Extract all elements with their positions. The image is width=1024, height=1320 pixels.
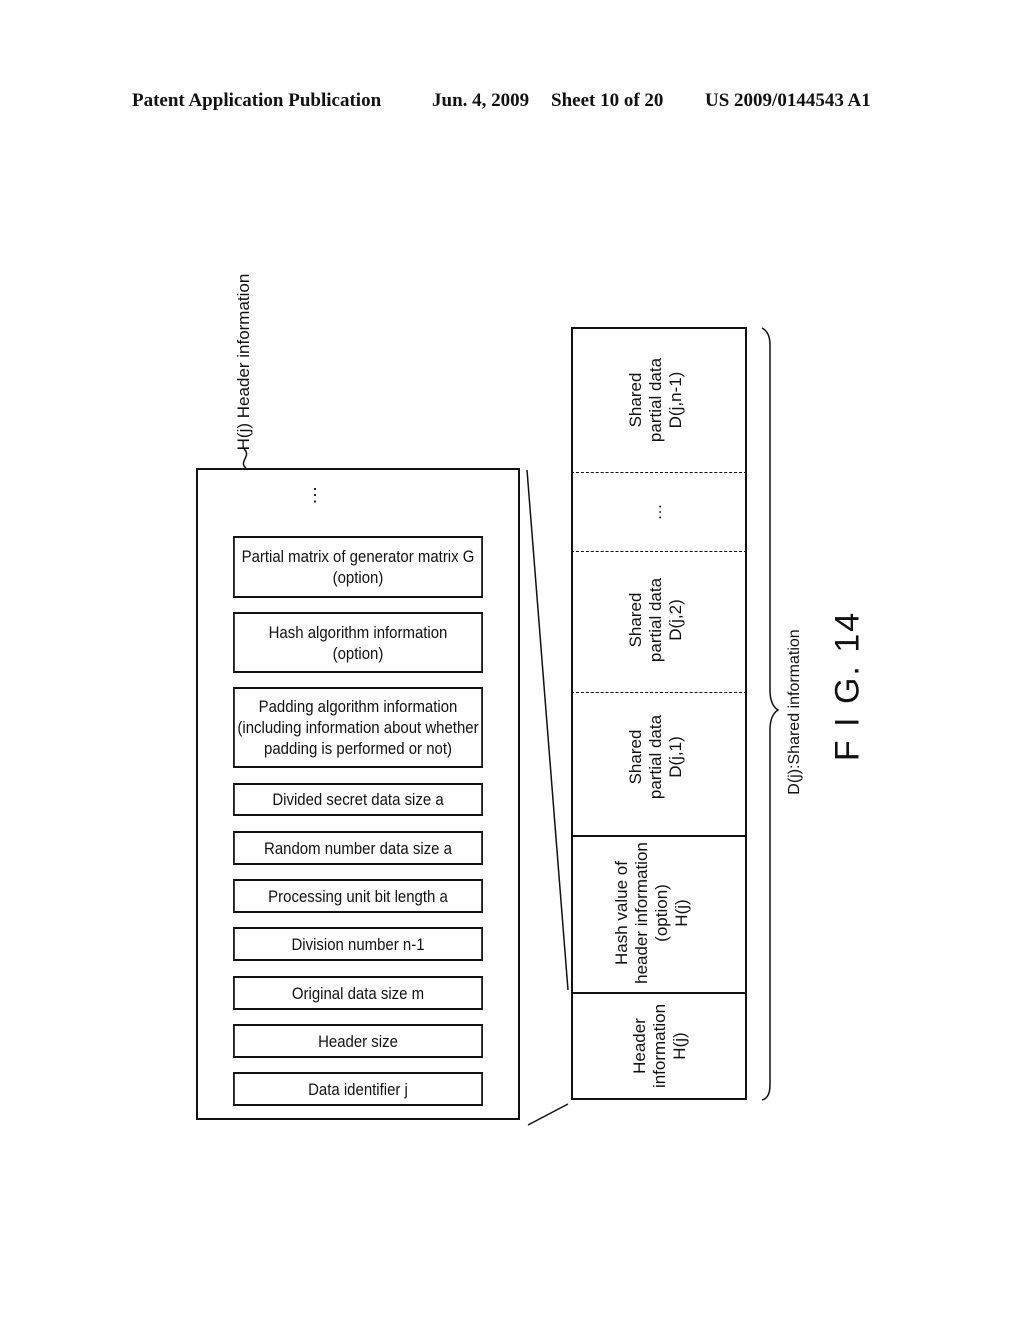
header-label-leader (242, 448, 248, 469)
shared-info-brace (761, 327, 780, 1101)
cell-text-line: information (650, 1003, 669, 1089)
cell-text-line: … (646, 503, 665, 521)
zoom-line-top (526, 469, 569, 991)
cell-text-line: D(j,n-1) (666, 371, 685, 429)
cell-header-information: Header information H(j) (630, 1004, 690, 1088)
cell-text-line: Hash value of (612, 861, 631, 965)
field-hash-algorithm: Hash algorithm information (option) (233, 612, 483, 673)
divider-solid (571, 992, 747, 994)
divider-dashed (571, 472, 747, 473)
cell-text-line: partial data (646, 714, 665, 800)
cell-text-line: partial data (646, 577, 665, 663)
header-information-label: H(j) Header information (234, 273, 253, 451)
field-division-number: Division number n-1 (233, 927, 483, 961)
field-divided-secret-size: Divided secret data size a (233, 783, 483, 816)
cell-text-line: Shared (626, 592, 645, 648)
cell-text-line: H(j) (672, 899, 691, 927)
more-fields-ellipsis: ⋮ (306, 485, 324, 505)
cell-shared-partial-data-2: Shared partial data D(j,2) (626, 578, 686, 662)
divider-dashed (571, 551, 747, 552)
divider-solid (571, 835, 747, 837)
cell-text-line: (option) (652, 884, 671, 942)
shared-information-label: D(j):Shared information (786, 629, 803, 795)
cell-text-line: D(j,1) (666, 736, 685, 778)
cell-shared-partial-data-1: Shared partial data D(j,1) (626, 715, 686, 799)
divider-dashed (571, 692, 747, 693)
shared-information-strip (571, 327, 747, 1100)
cell-text-line: D(j,2) (666, 599, 685, 641)
field-partial-matrix: Partial matrix of generator matrix G (op… (233, 536, 483, 598)
field-data-identifier: Data identifier j (233, 1072, 483, 1106)
cell-text-line: partial data (646, 357, 665, 443)
field-header-size: Header size (233, 1024, 483, 1058)
field-processing-unit-bit-length: Processing unit bit length a (233, 879, 483, 913)
cell-ellipsis: … (646, 504, 666, 521)
cell-text-line: Shared (626, 729, 645, 785)
figure-label: F I G. 14 (828, 610, 867, 762)
cell-text-line: Header (630, 1018, 649, 1074)
field-original-data-size: Original data size m (233, 976, 483, 1010)
cell-text-line: Shared (626, 372, 645, 428)
cell-shared-partial-data-n-1: Shared partial data D(j,n-1) (626, 358, 686, 442)
cell-text-line: H(j) (670, 1032, 689, 1060)
cell-hash-value: Hash value of header information (option… (612, 842, 692, 984)
zoom-line-bottom (527, 1103, 569, 1126)
field-padding-algorithm: Padding algorithm information (including… (233, 687, 483, 768)
cell-text-line: header information (632, 842, 651, 984)
field-random-number-size: Random number data size a (233, 831, 483, 865)
